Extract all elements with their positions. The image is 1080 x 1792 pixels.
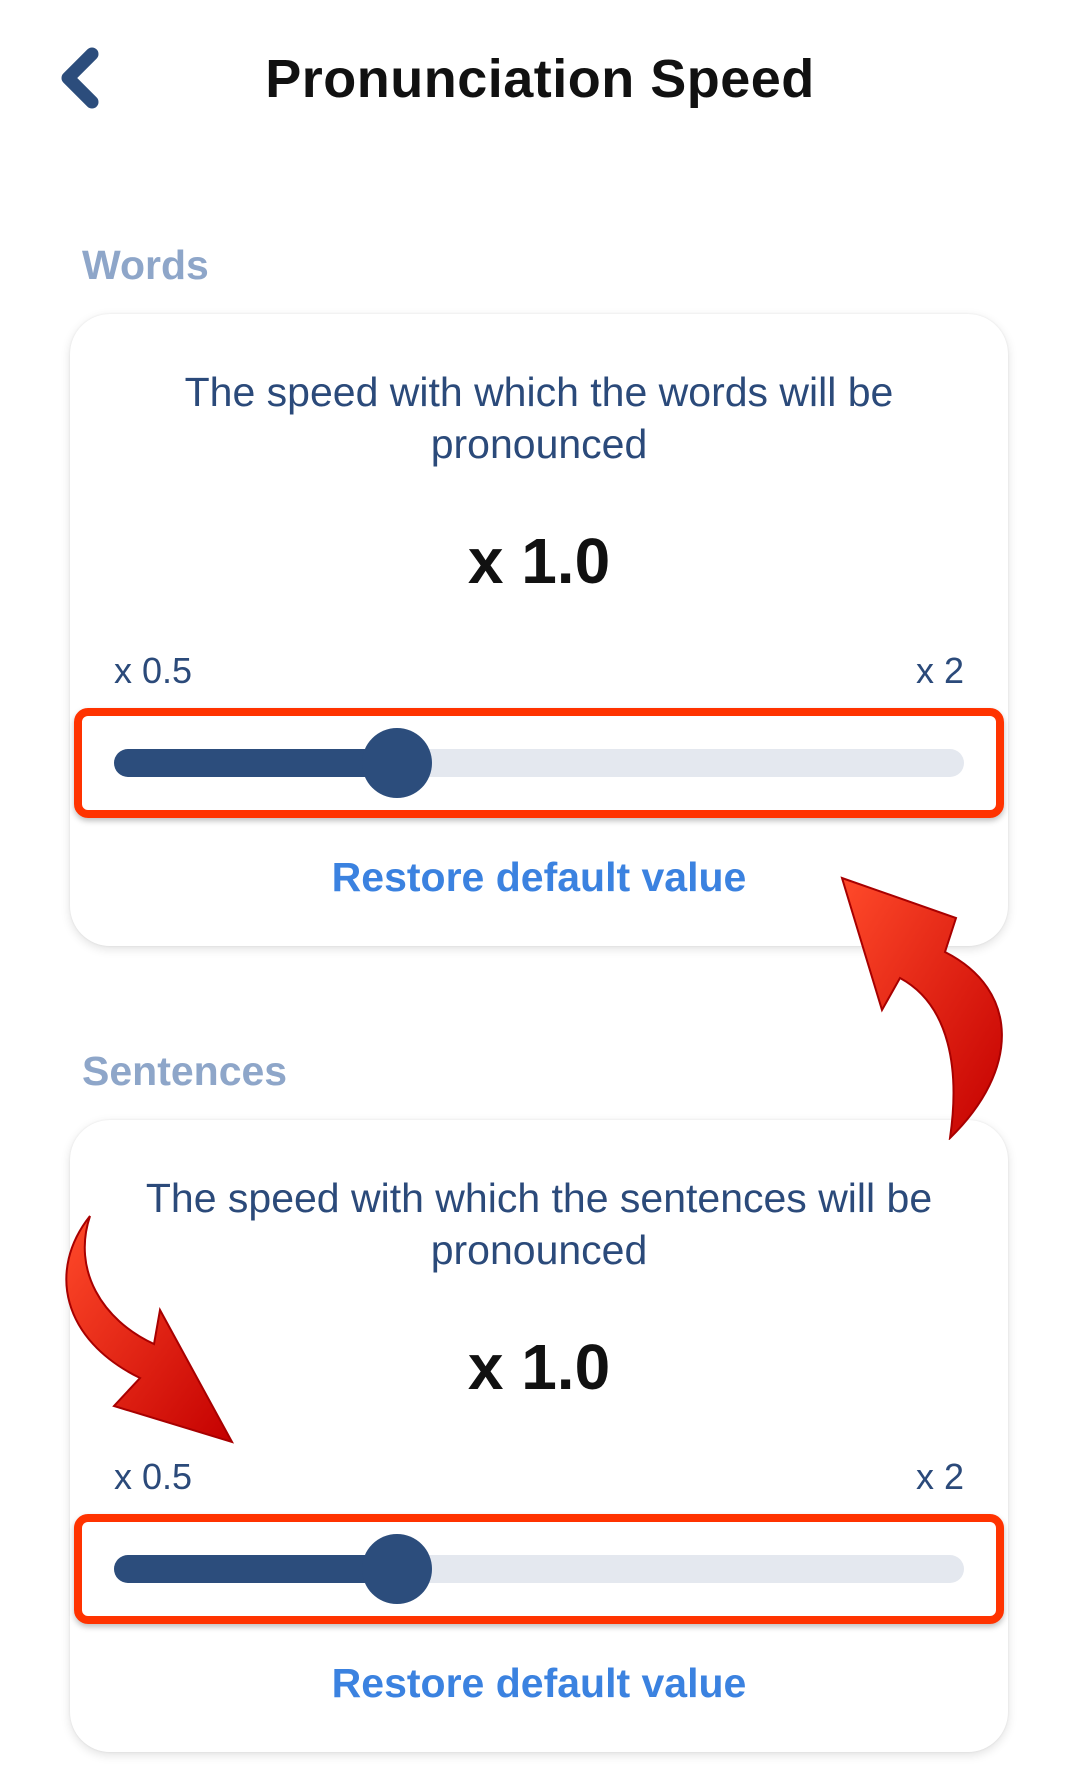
- words-speed-slider[interactable]: [114, 728, 964, 798]
- sentences-restore-default-button[interactable]: Restore default value: [70, 1660, 1008, 1707]
- sentences-slider-fill: [114, 1555, 398, 1583]
- words-speed-card: The speed with which the words will be p…: [70, 314, 1008, 946]
- pronunciation-speed-screen: Pronunciation Speed Words The speed with…: [0, 0, 1080, 1792]
- page-title: Pronunciation Speed: [265, 49, 815, 109]
- sentences-max-label: x 2: [915, 1456, 964, 1497]
- words-slider-thumb[interactable]: [362, 728, 433, 798]
- words-max-label: x 2: [915, 650, 964, 691]
- section-label-words: Words: [82, 242, 209, 288]
- section-label-sentences: Sentences: [82, 1048, 288, 1094]
- sentences-speed-slider[interactable]: [114, 1534, 964, 1604]
- words-slider-fill: [114, 749, 398, 777]
- words-min-label: x 0.5: [114, 650, 193, 691]
- sentences-speed-description: The speed with which the sentences will …: [145, 1175, 933, 1273]
- header: Pronunciation Speed: [0, 0, 1080, 160]
- words-speed-value: x 1.0: [467, 525, 611, 597]
- sentences-slider-thumb[interactable]: [362, 1534, 433, 1604]
- words-speed-description: The speed with which the words will be p…: [184, 369, 894, 467]
- curved-arrow-down-icon: [65, 1215, 235, 1444]
- curved-arrow-up-icon: [840, 876, 1003, 1140]
